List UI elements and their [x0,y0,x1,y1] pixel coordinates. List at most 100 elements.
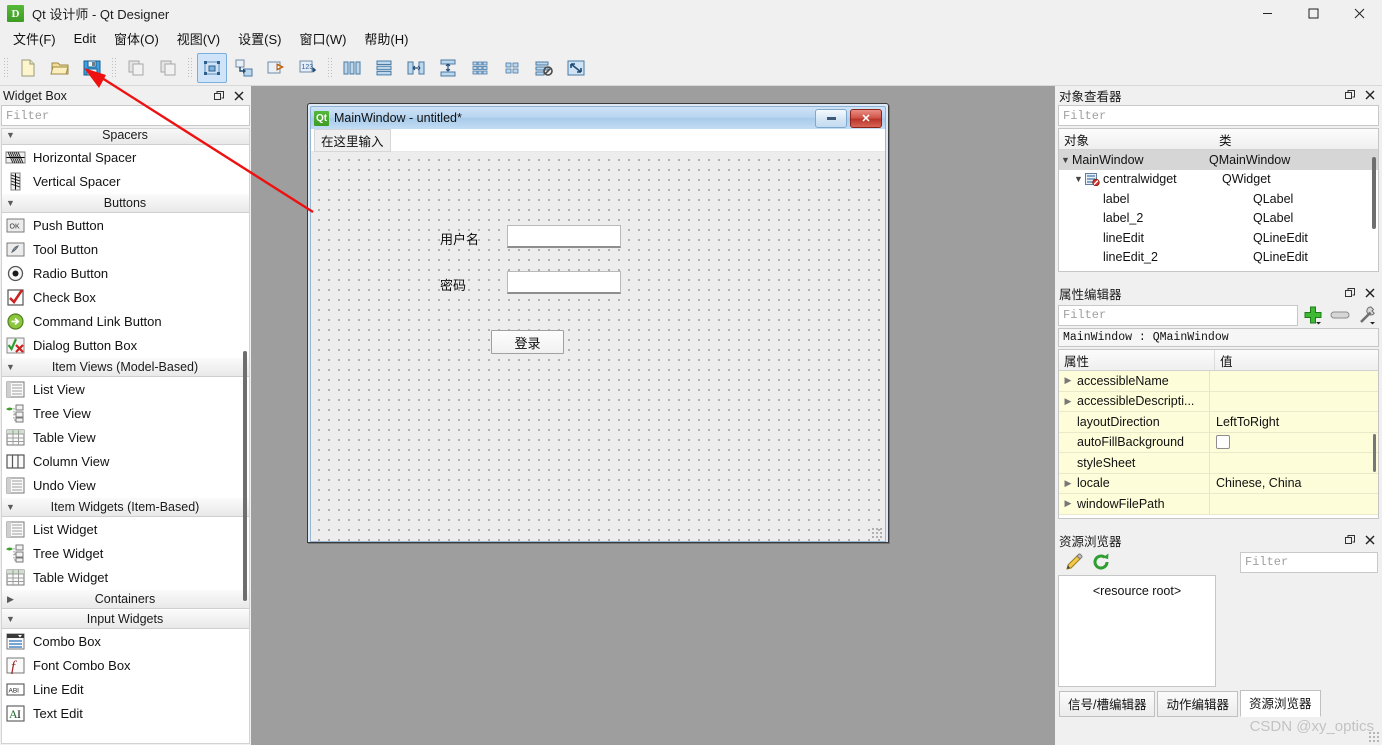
object-inspector-row-centralwidget[interactable]: ▼ centralwidget QWidget [1059,170,1378,190]
resource-browser-filter-input[interactable]: Filter [1240,551,1378,573]
layout-form-button[interactable] [497,53,527,83]
menu-file[interactable]: 文件(F) [4,26,65,51]
widget-item-vertical-spacer[interactable]: Vertical Spacer [2,169,249,193]
form-resize-grip[interactable] [871,527,882,538]
widget-item-dialog-button-box[interactable]: Dialog Button Box [2,333,249,357]
widget-item-command-link-button[interactable]: Command Link Button [2,309,249,333]
object-inspector-row-mainwindow[interactable]: ▼ MainWindow QMainWindow [1059,150,1378,170]
property-editor-filter-input[interactable]: Filter [1058,304,1298,326]
form-label-password[interactable]: 密码 [440,275,466,294]
widget-box-category-spacers[interactable]: ▼ Spacers [2,129,249,145]
resource-browser-close-button[interactable] [1362,532,1378,548]
autofillbackground-checkbox[interactable] [1216,435,1230,450]
chevron-down-icon[interactable]: ▼ [1072,174,1085,184]
property-row-layoutdirection[interactable]: layoutDirection LeftToRight [1059,412,1378,433]
adjust-size-button[interactable] [561,53,591,83]
form-window-titlebar[interactable]: Qt MainWindow - untitled* ✕ [310,106,886,129]
menu-edit[interactable]: Edit [65,28,105,49]
chevron-right-icon[interactable]: ▶ [1059,478,1077,489]
close-button[interactable] [1336,0,1382,27]
menu-help[interactable]: 帮助(H) [355,26,417,51]
resource-tree-pane[interactable]: <resource root> [1058,575,1216,687]
form-menubar-hint[interactable]: 在这里输入 [314,129,391,152]
object-inspector-scrollbar[interactable] [1372,157,1376,229]
chevron-right-icon[interactable]: ▶ [1059,396,1077,407]
widget-item-table-view[interactable]: Table View [2,425,249,449]
form-close-button[interactable]: ✕ [850,108,882,128]
paste-button[interactable] [153,53,183,83]
layout-splitter-vertical-button[interactable] [433,53,463,83]
edit-buddies-button[interactable] [261,53,291,83]
widget-item-tool-button[interactable]: Tool Button [2,237,249,261]
property-editor-table[interactable]: 属性 值 ▶ accessibleName ▶ accessibleDescript… [1058,349,1379,519]
widget-item-list-view[interactable]: List View [2,377,249,401]
toolbar-grip[interactable] [3,56,9,79]
object-inspector-row-lineedit-2[interactable]: lineEdit_2 QLineEdit [1059,248,1378,268]
menu-form[interactable]: 窗体(O) [105,26,168,51]
break-layout-button[interactable] [529,53,559,83]
property-value[interactable] [1210,392,1378,412]
widget-item-undo-view[interactable]: Undo View [2,473,249,497]
object-inspector-row-label[interactable]: label QLabel [1059,189,1378,209]
object-inspector-tree[interactable]: 对象 类 ▼ MainWindow QMainWindow ▼ centralw… [1058,128,1379,272]
widget-box-category-item-views[interactable]: ▼ Item Views (Model-Based) [2,357,249,377]
layout-grid-button[interactable] [465,53,495,83]
widget-box-category-containers[interactable]: ▶ Containers [2,589,249,609]
property-editor-float-button[interactable] [1342,285,1358,301]
tab-action-editor[interactable]: 动作编辑器 [1157,691,1238,717]
property-row-locale[interactable]: ▶ locale Chinese, China [1059,473,1378,494]
widget-box-category-item-widgets[interactable]: ▼ Item Widgets (Item-Based) [2,497,249,517]
window-resize-grip[interactable] [1368,731,1380,743]
widget-box-filter-input[interactable]: Filter [1,105,250,126]
property-row-autofillbackground[interactable]: autoFillBackground [1059,432,1378,453]
edit-signals-slots-button[interactable] [229,53,259,83]
widget-item-push-button[interactable]: OK Push Button [2,213,249,237]
new-form-button[interactable] [13,53,43,83]
maximize-button[interactable] [1290,0,1336,27]
property-row-accessiblename[interactable]: ▶ accessibleName [1059,371,1378,392]
form-menubar[interactable]: 在这里输入 [311,129,885,152]
property-editor-add-button[interactable] [1301,304,1325,326]
property-row-windowfilepath[interactable]: ▶ windowFilePath [1059,494,1378,515]
resource-browser-reload-button[interactable] [1089,551,1113,573]
property-editor-scrollbar[interactable] [1373,434,1376,472]
widget-item-font-combo-box[interactable]: f Font Combo Box [2,653,249,677]
property-value[interactable] [1210,494,1378,515]
property-value[interactable]: LeftToRight [1210,412,1378,433]
property-editor-remove-button[interactable] [1328,304,1352,326]
save-form-button[interactable] [77,53,107,83]
form-canvas[interactable]: 用户名 密码 登录 [311,152,885,541]
form-label-username[interactable]: 用户名 [440,229,479,248]
tab-resource-browser[interactable]: 资源浏览器 [1240,690,1321,717]
toolbar-grip-2[interactable] [111,56,117,79]
widget-item-tree-widget[interactable]: Tree Widget [2,541,249,565]
widget-box-category-input-widgets[interactable]: ▼ Input Widgets [2,609,249,629]
property-value[interactable] [1210,371,1378,392]
widget-box-close-button[interactable] [231,88,247,104]
menu-settings[interactable]: 设置(S) [229,26,290,51]
edit-tab-order-button[interactable]: 123 [293,53,323,83]
object-inspector-float-button[interactable] [1342,87,1358,103]
widget-item-check-box[interactable]: Check Box [2,285,249,309]
menu-window[interactable]: 窗口(W) [290,26,355,51]
widget-box-category-buttons[interactable]: ▼ Buttons [2,193,249,213]
layout-vertically-button[interactable] [369,53,399,83]
widget-item-column-view[interactable]: Column View [2,449,249,473]
form-minimize-button[interactable] [815,108,847,128]
widget-item-text-edit[interactable]: A I Text Edit [2,701,249,725]
form-login-button[interactable]: 登录 [491,330,564,354]
toolbar-grip-3[interactable] [187,56,193,79]
widget-item-combo-box[interactable]: Combo Box [2,629,249,653]
property-row-stylesheet[interactable]: styleSheet [1059,453,1378,474]
widget-item-horizontal-spacer[interactable]: Horizontal Spacer [2,145,249,169]
object-inspector-row-lineedit[interactable]: lineEdit QLineEdit [1059,228,1378,248]
widget-box-scrollbar[interactable] [243,351,247,601]
object-inspector-close-button[interactable] [1362,87,1378,103]
edit-widgets-button[interactable] [197,52,227,83]
form-window[interactable]: Qt MainWindow - untitled* ✕ 在这里输入 用户名 密码… [307,103,889,543]
object-inspector-row-label-2[interactable]: label_2 QLabel [1059,209,1378,229]
resource-browser-float-button[interactable] [1342,532,1358,548]
widget-item-radio-button[interactable]: Radio Button [2,261,249,285]
minimize-button[interactable] [1244,0,1290,27]
property-editor-close-button[interactable] [1362,285,1378,301]
